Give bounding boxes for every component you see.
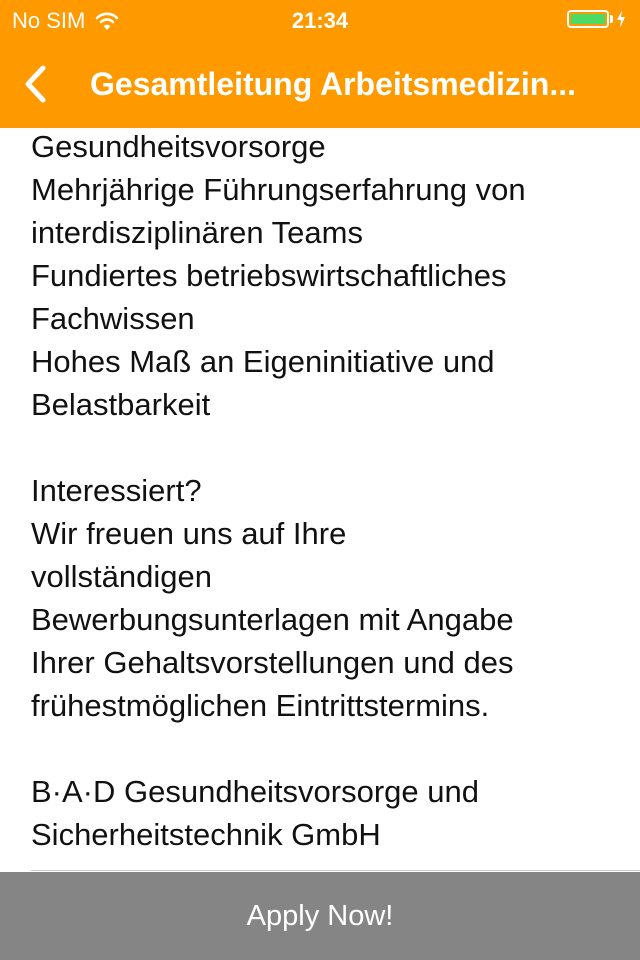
- text-line: Interessiert?: [31, 473, 202, 508]
- job-description: Gesundheitsvorsorge Mehrjährige Führungs…: [0, 128, 640, 872]
- text-line: Bewerbungsunterlagen mit Angabe: [31, 602, 514, 637]
- text-line: vollständigen: [31, 559, 212, 594]
- text-line: Hohes Maß an Eigeninitiative und: [31, 344, 495, 379]
- page-title: Gesamtleitung Arbeitsmedizin...: [90, 66, 577, 102]
- text-line: Sicherheitstechnik GmbH: [31, 817, 381, 852]
- text-line: Gesundheitsvorsorge: [31, 129, 326, 164]
- status-bar: No SIM 21:34: [0, 0, 640, 40]
- status-time: 21:34: [291, 8, 349, 33]
- navigation-bar: Gesamtleitung Arbeitsmedizin...: [0, 40, 640, 128]
- battery-fill: [571, 14, 605, 24]
- text-line: Ihrer Gehaltsvorstellungen und des: [31, 645, 514, 680]
- text-line: B·A·D Gesundheitsvorsorge und: [31, 774, 480, 809]
- requirements-paragraph: Gesundheitsvorsorge Mehrjährige Führungs…: [31, 128, 611, 426]
- battery-cap: [610, 15, 613, 23]
- text-line: Mehrjährige Führungserfahrung von: [31, 172, 526, 207]
- battery: [567, 10, 626, 28]
- text-line: Fundiertes betriebswirtschaftliches: [31, 258, 507, 293]
- header: No SIM 21:34 Gesamtleitung Arbeitsmedizi…: [0, 0, 640, 128]
- back-button[interactable]: [0, 40, 70, 128]
- application-paragraph: Interessiert? Wir freuen uns auf Ihre vo…: [31, 469, 611, 727]
- apply-now-button[interactable]: Apply Now!: [0, 872, 640, 960]
- text-line: frühestmöglichen Eintrittstermins.: [31, 688, 490, 723]
- chevron-left-icon: [25, 65, 46, 103]
- content-divider: [31, 870, 640, 871]
- charging-bolt-icon: [617, 10, 625, 28]
- text-line: Belastbarkeit: [31, 387, 211, 422]
- text-line: Fachwissen: [31, 301, 195, 336]
- company-paragraph: B·A·D Gesundheitsvorsorge und Sicherheit…: [31, 770, 611, 856]
- battery-icon: [567, 10, 609, 28]
- text-line: interdisziplinären Teams: [31, 215, 363, 250]
- text-line: Wir freuen uns auf Ihre: [31, 516, 347, 551]
